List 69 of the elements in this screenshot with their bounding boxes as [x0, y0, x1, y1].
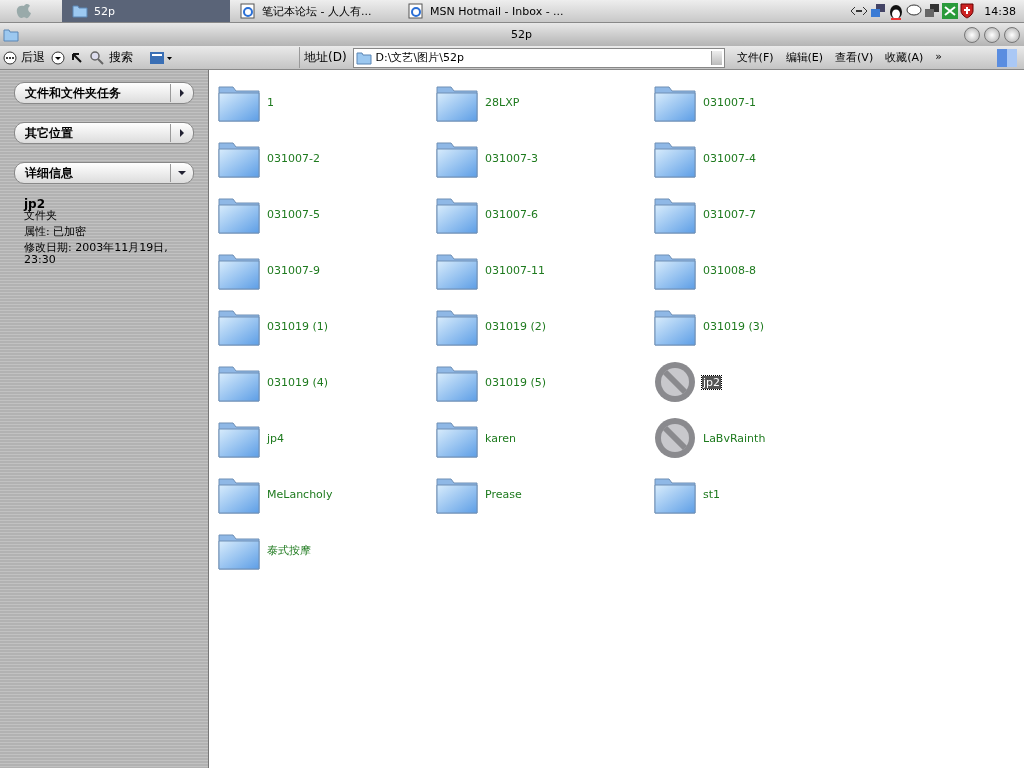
browser-icon: [408, 3, 424, 19]
menu-item[interactable]: 编辑(E): [785, 50, 824, 65]
shield-icon[interactable]: [960, 3, 975, 19]
detail-name: jp2: [24, 198, 46, 210]
item-name[interactable]: 031007-11: [484, 263, 546, 277]
item-name[interactable]: 031019 (1): [266, 319, 330, 333]
maximize-button[interactable]: [984, 26, 1000, 43]
up-arrow-icon[interactable]: [71, 51, 83, 64]
prohibited-icon[interactable]: [652, 359, 698, 405]
panel-header[interactable]: 详细信息: [14, 162, 194, 184]
item-name[interactable]: MeLancholy: [266, 487, 334, 501]
item-name[interactable]: 031019 (2): [484, 319, 548, 333]
item-name[interactable]: st1: [702, 487, 722, 501]
address-field[interactable]: D:\文艺\图片\52p: [352, 47, 725, 68]
item-name[interactable]: 031007-1: [702, 95, 757, 109]
item-name[interactable]: 1: [266, 95, 275, 109]
item-name[interactable]: 031019 (3): [702, 319, 766, 333]
item-name[interactable]: 031007-6: [484, 207, 539, 221]
minimize-button[interactable]: [964, 26, 980, 43]
item-name[interactable]: 031019 (4): [266, 375, 330, 389]
taskbar-button[interactable]: 笔记本论坛 - 人人有...: [230, 0, 398, 22]
network-icon[interactable]: [850, 5, 869, 17]
computers-icon[interactable]: [924, 3, 941, 19]
back-button[interactable]: 后退: [3, 49, 45, 66]
detail-attributes: 属性: 已加密: [24, 226, 88, 238]
panel-header[interactable]: 其它位置: [14, 122, 194, 144]
item-name[interactable]: Prease: [484, 487, 523, 501]
item-name[interactable]: karen: [484, 431, 517, 445]
item-name[interactable]: 泰式按摩: [266, 542, 312, 558]
browser-icon: [240, 3, 256, 19]
clock: 14:38: [984, 4, 1016, 18]
item-name[interactable]: 031007-4: [702, 151, 757, 165]
item-name[interactable]: 031007-2: [266, 151, 321, 165]
panel-header[interactable]: 文件和文件夹任务: [14, 82, 194, 104]
apple-logo-icon[interactable]: [14, 1, 34, 21]
folder-icon: [72, 4, 88, 18]
taskbar-button[interactable]: MSN Hotmail - Inbox - ...: [398, 0, 566, 22]
menu-item[interactable]: 文件(F): [736, 50, 774, 65]
item-name[interactable]: 031007-9: [266, 263, 321, 277]
address-label: 地址(D): [299, 47, 351, 68]
detail-modified: 修改日期: 2003年11月19日, 23:30: [24, 242, 169, 266]
item-name[interactable]: jp4: [266, 431, 286, 445]
detail-type: 文件夹: [24, 210, 58, 222]
item-name[interactable]: jp2: [702, 375, 722, 389]
computers-icon[interactable]: [870, 3, 887, 19]
item-name[interactable]: 031019 (5): [484, 375, 548, 389]
folder-icon: [3, 27, 19, 42]
search-icon: [89, 49, 105, 66]
cross-tile-icon[interactable]: [942, 3, 959, 19]
item-name[interactable]: 031008-8: [702, 263, 757, 277]
dropdown-icon[interactable]: [51, 50, 65, 65]
window-title: 52p: [510, 28, 533, 41]
search-button[interactable]: 搜索: [89, 49, 133, 66]
views-icon[interactable]: [149, 50, 173, 65]
more-menu-button[interactable]: »: [935, 50, 943, 65]
menu-item[interactable]: 查看(V): [835, 50, 874, 65]
item-name[interactable]: 031007-7: [702, 207, 757, 221]
prohibited-icon[interactable]: [652, 415, 698, 461]
item-name[interactable]: 031007-5: [266, 207, 321, 221]
taskbar-button[interactable]: 52p: [62, 0, 230, 22]
item-name[interactable]: 031007-3: [484, 151, 539, 165]
back-icon: [3, 50, 17, 65]
item-name[interactable]: LaBvRainth: [702, 431, 767, 445]
item-name[interactable]: 28LXP: [484, 95, 521, 109]
folder-icon: [355, 50, 372, 65]
speech-bubble-icon[interactable]: [906, 4, 923, 18]
menu-item[interactable]: 收藏(A): [885, 50, 924, 65]
dropdown-arrows-icon[interactable]: [710, 50, 722, 65]
close-button[interactable]: [1004, 26, 1020, 43]
